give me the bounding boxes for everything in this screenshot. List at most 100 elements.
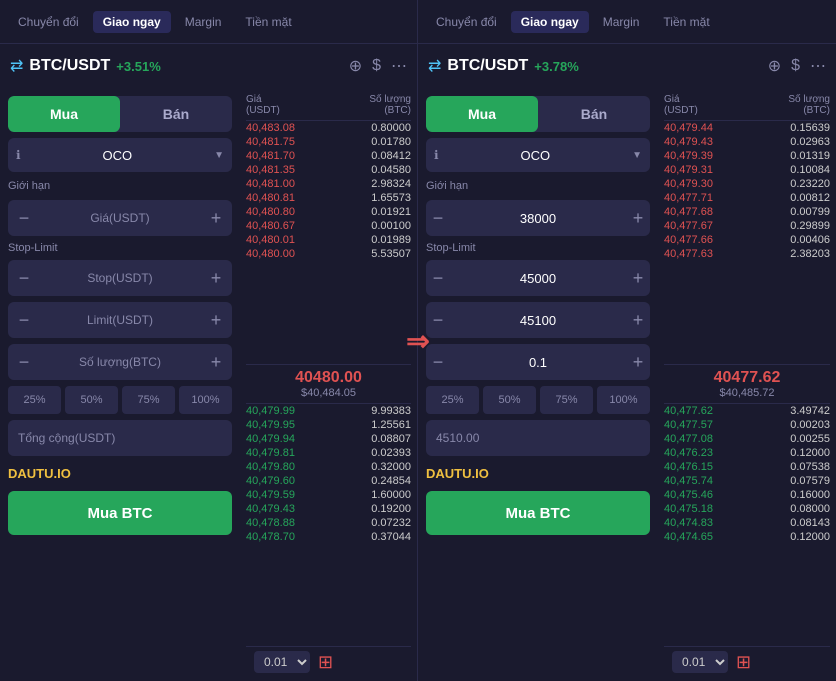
right-dollar-icon[interactable]: $ <box>791 57 800 75</box>
left-ob-header: Giá(USDT) Số lượng(BTC) <box>246 92 411 121</box>
right-buy-sell-toggle: Mua Bán <box>426 96 650 132</box>
right-oco-select[interactable]: ℹ OCO ▼ <box>426 138 650 172</box>
right-buy-button[interactable]: Mua BTC <box>426 491 650 535</box>
right-ob-qty-header: Số lượng(BTC) <box>788 94 830 116</box>
right-tab-giaongay[interactable]: Giao ngay <box>511 11 589 33</box>
left-price-label: Giá(USDT) <box>40 211 200 225</box>
right-sell-btn-toggle[interactable]: Bán <box>538 96 650 132</box>
left-tab-giaongay[interactable]: Giao ngay <box>93 11 171 33</box>
right-chart-icon[interactable]: ⊞ <box>736 652 751 673</box>
right-stop-plus[interactable]: + <box>626 260 650 296</box>
ob-buy-price: 40,479.94 <box>246 433 316 445</box>
right-stop-input[interactable] <box>450 271 626 286</box>
right-qty-input[interactable] <box>450 355 626 370</box>
ob-buy-qty: 3.49742 <box>770 405 830 417</box>
left-order-form: Mua Bán ℹ OCO ▼ Giới hạn − Giá(USDT) + S… <box>0 88 240 681</box>
left-limit-label: Limit(USDT) <box>40 313 200 327</box>
ob-sell-qty: 0.02963 <box>770 136 830 148</box>
left-pct-100[interactable]: 100% <box>179 386 232 414</box>
right-settings-icon[interactable]: ⊕ <box>768 56 781 76</box>
left-limit-minus[interactable]: − <box>8 302 40 338</box>
right-panel: Chuyển đổi Giao ngay Margin Tiền mặt ⇄ B… <box>418 0 836 681</box>
left-qty-plus[interactable]: + <box>200 344 232 380</box>
ob-buy-price: 40,475.18 <box>664 503 734 515</box>
left-pct-50[interactable]: 50% <box>65 386 118 414</box>
ob-sell-price: 40,477.63 <box>664 248 734 260</box>
left-price-plus[interactable]: + <box>200 200 232 236</box>
left-stop-minus[interactable]: − <box>8 260 40 296</box>
right-pair-name: BTC/USDT <box>447 57 528 75</box>
right-pct-25[interactable]: 25% <box>426 386 479 414</box>
left-sell-btn-toggle[interactable]: Bán <box>120 96 232 132</box>
right-price-minus[interactable]: − <box>426 200 450 236</box>
right-tab-chuyendoi[interactable]: Chuyển đổi <box>426 11 507 33</box>
ob-sell-price: 40,477.67 <box>664 220 734 232</box>
right-price-input[interactable] <box>450 211 626 226</box>
ob-sell-qty: 0.10084 <box>770 164 830 176</box>
right-tab-margin[interactable]: Margin <box>593 11 650 33</box>
left-buy-button[interactable]: Mua BTC <box>8 491 232 535</box>
left-tab-tienmat[interactable]: Tiền mặt <box>235 11 301 33</box>
ob-buy-qty: 0.16000 <box>770 489 830 501</box>
left-tab-margin[interactable]: Margin <box>175 11 232 33</box>
right-oco-arrow: ▼ <box>632 150 642 161</box>
right-brand: DAUTU.IO <box>426 462 650 485</box>
left-buy-btn-toggle[interactable]: Mua <box>8 96 120 132</box>
left-interval-select[interactable]: 0.01 0.1 1 <box>254 651 310 673</box>
right-price-row: − + <box>426 200 650 236</box>
right-pct-50[interactable]: 50% <box>483 386 536 414</box>
ob-buy-price: 40,475.46 <box>664 489 734 501</box>
right-current-usd: $40,485.72 <box>664 387 830 399</box>
table-row: 40,478.700.37044 <box>246 530 411 544</box>
right-bottom-bar: 0.01 0.1 1 ⊞ <box>664 646 830 677</box>
table-row: 40,475.46 0.16000 <box>664 488 830 502</box>
right-pct-75[interactable]: 75% <box>540 386 593 414</box>
table-row: 40,479.810.02393 <box>246 446 411 460</box>
ob-buy-qty: 1.60000 <box>351 489 411 501</box>
right-header: ⇄ BTC/USDT +3.78% ⊕ $ ⋯ <box>418 44 836 88</box>
left-stop-row: − Stop(USDT) + <box>8 260 232 296</box>
right-limit-plus[interactable]: + <box>626 302 650 338</box>
left-stop-plus[interactable]: + <box>200 260 232 296</box>
left-qty-minus[interactable]: − <box>8 344 40 380</box>
settings-icon[interactable]: ⊕ <box>349 56 362 76</box>
left-ob-qty-header: Số lượng(BTC) <box>369 94 411 116</box>
table-row: 40,477.080.00255 <box>664 432 830 446</box>
ob-sell-price: 40,480.81 <box>246 192 316 204</box>
left-oco-select[interactable]: ℹ OCO ▼ <box>8 138 232 172</box>
ob-sell-qty: 1.65573 <box>351 192 411 204</box>
right-qty-plus[interactable]: + <box>626 344 650 380</box>
left-stop-limit-label: Stop-Limit <box>8 242 232 254</box>
left-order-book: Giá(USDT) Số lượng(BTC) 40,483.080.80000… <box>240 88 417 681</box>
ob-buy-qty: 0.37044 <box>351 531 411 543</box>
left-pct-25[interactable]: 25% <box>8 386 61 414</box>
table-row: 40,479.440.15639 <box>664 121 830 135</box>
ob-buy-price: 40,476.15 <box>664 461 734 473</box>
dollar-icon[interactable]: $ <box>372 57 381 75</box>
right-limit-input[interactable] <box>450 313 626 328</box>
ob-sell-qty: 0.80000 <box>351 122 411 134</box>
left-pct-75[interactable]: 75% <box>122 386 175 414</box>
table-row: 40,474.650.12000 <box>664 530 830 544</box>
more-icon[interactable]: ⋯ <box>391 56 407 76</box>
right-pct-100[interactable]: 100% <box>597 386 650 414</box>
ob-buy-qty: 9.99383 <box>351 405 411 417</box>
right-more-icon[interactable]: ⋯ <box>810 56 826 76</box>
ob-buy-price: 40,479.95 <box>246 419 316 431</box>
right-gioi-han-label: Giới hạn <box>426 178 650 194</box>
right-tab-tienmat[interactable]: Tiền mặt <box>653 11 719 33</box>
right-buy-btn-toggle[interactable]: Mua <box>426 96 538 132</box>
right-price-plus[interactable]: + <box>626 200 650 236</box>
right-swap-icon: ⇄ <box>428 56 441 76</box>
left-buy-sell-toggle: Mua Bán <box>8 96 232 132</box>
ob-buy-price: 40,479.59 <box>246 489 316 501</box>
table-row: 40,480.81 1.65573 <box>246 191 411 205</box>
left-limit-plus[interactable]: + <box>200 302 232 338</box>
table-row: 40,477.710.00812 <box>664 191 830 205</box>
right-stop-minus[interactable]: − <box>426 260 450 296</box>
right-interval-select[interactable]: 0.01 0.1 1 <box>672 651 728 673</box>
left-chart-icon[interactable]: ⊞ <box>318 652 333 673</box>
left-tab-chuyendoi[interactable]: Chuyển đổi <box>8 11 89 33</box>
left-price-minus[interactable]: − <box>8 200 40 236</box>
ob-sell-qty: 0.01989 <box>351 234 411 246</box>
